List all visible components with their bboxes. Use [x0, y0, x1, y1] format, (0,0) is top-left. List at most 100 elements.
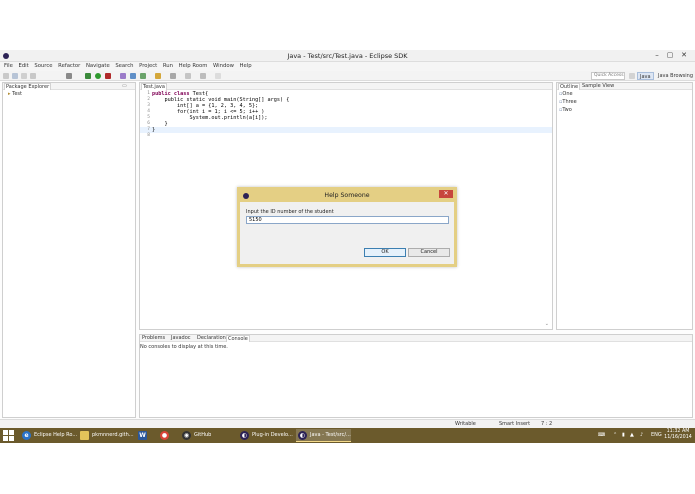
outline-view: Outline Sample View ▫One ▫Three ▫Two: [556, 82, 693, 330]
project-folder-icon: ▸: [8, 91, 11, 97]
cancel-button[interactable]: Cancel: [408, 248, 450, 257]
title-bar: Java - Test/src/Test.java - Eclipse SDK …: [0, 50, 695, 62]
menu-navigate[interactable]: Navigate: [86, 62, 110, 71]
task-github[interactable]: ◉ GitHub: [180, 429, 232, 442]
line-number: 8: [147, 133, 150, 138]
chrome-icon: ●: [160, 431, 169, 440]
skip-breakpoints-icon[interactable]: [66, 73, 72, 79]
task-label: pkmnnerd.gith...: [92, 432, 134, 438]
window-title: Java - Test/src/Test.java - Eclipse SDK: [287, 52, 408, 60]
minimize-view-icon[interactable]: ▭: [121, 83, 128, 90]
system-clock[interactable]: 11:32 AM 11/16/2014: [664, 429, 692, 441]
menu-refactor[interactable]: Refactor: [58, 62, 80, 71]
external-tools-icon[interactable]: [105, 73, 111, 79]
maximize-icon[interactable]: ▢: [665, 51, 675, 60]
new-icon[interactable]: [3, 73, 9, 79]
clock-date: 11/16/2014: [664, 435, 692, 440]
menu-source[interactable]: Source: [34, 62, 52, 71]
menu-bar: File Edit Source Refactor Navigate Searc…: [0, 62, 695, 71]
new-java-project-icon[interactable]: [120, 73, 126, 79]
print-icon[interactable]: [21, 73, 27, 79]
keyboard-icon[interactable]: ⌨: [598, 432, 605, 438]
outline-item-label: One: [562, 91, 573, 97]
dialog-title-bar: Help Someone ✕: [240, 190, 454, 202]
outline-item-label: Two: [562, 107, 572, 113]
console-panel: Problems Javadoc Declaration Console No …: [139, 334, 693, 418]
tab-package-explorer[interactable]: Package Explorer: [4, 83, 52, 90]
bottom-letterbox: [0, 443, 695, 494]
github-icon: ◉: [182, 431, 191, 440]
scroll-down-icon[interactable]: ⌄: [545, 321, 549, 327]
project-test-item[interactable]: ▸ Test: [8, 91, 22, 97]
battery-icon[interactable]: ▮: [622, 432, 625, 438]
back-icon[interactable]: [200, 73, 206, 79]
menu-project[interactable]: Project: [139, 62, 157, 71]
forward-icon[interactable]: [215, 73, 221, 79]
task-pkmnnerd[interactable]: pkmnnerd.gith...: [78, 429, 134, 442]
annotation-icon[interactable]: [185, 73, 191, 79]
task-plugin-dev[interactable]: ◐ Plug-in Develo...: [238, 429, 293, 442]
tray-expand-icon[interactable]: ⌃: [613, 432, 617, 438]
outline-item-one[interactable]: ▫One: [559, 91, 573, 97]
ok-button[interactable]: OK: [364, 248, 406, 257]
console-empty-message: No consoles to display at this time.: [140, 344, 228, 350]
dialog-close-icon[interactable]: ✕: [439, 190, 453, 198]
internet-explorer-icon: e: [22, 431, 31, 440]
menu-edit[interactable]: Edit: [18, 62, 28, 71]
save-icon[interactable]: [12, 73, 18, 79]
outline-item-two[interactable]: ▫Two: [559, 107, 572, 113]
editor-tabbar: Test.java: [140, 83, 552, 90]
desktop-screen: Java - Test/src/Test.java - Eclipse SDK …: [0, 50, 695, 443]
task-word[interactable]: W: [136, 429, 150, 442]
eclipse-icon: ◐: [240, 431, 249, 440]
tab-test-java[interactable]: Test.java: [141, 83, 167, 90]
windows-taskbar: e Eclipse Help Ro... pkmnnerd.gith... W …: [0, 428, 695, 443]
copy-icon[interactable]: [30, 73, 36, 79]
minimize-icon[interactable]: –: [652, 51, 662, 60]
outline-item-label: Three: [562, 99, 577, 105]
menu-run[interactable]: Run: [163, 62, 173, 71]
task-label: Java - Test/src/...: [310, 432, 351, 438]
menu-help-room[interactable]: Help Room: [179, 62, 208, 71]
status-insert-mode: Smart Insert: [499, 421, 531, 427]
status-bar: Writable Smart Insert 7 : 2: [0, 419, 695, 428]
file-explorer-icon: [80, 431, 89, 440]
task-eclipse-help-room[interactable]: e Eclipse Help Ro...: [20, 429, 77, 442]
volume-icon[interactable]: ♪: [640, 432, 643, 438]
open-perspective-icon[interactable]: [629, 73, 635, 79]
package-explorer-view: Package Explorer ▭ ▸ Test: [2, 82, 136, 418]
task-chrome[interactable]: ●: [158, 429, 172, 442]
network-icon[interactable]: ▲: [630, 432, 634, 438]
tab-javadoc[interactable]: Javadoc: [170, 335, 192, 342]
menu-help[interactable]: Help: [240, 62, 252, 71]
menu-search[interactable]: Search: [115, 62, 133, 71]
tab-sample-view[interactable]: Sample View: [581, 83, 615, 90]
bottom-tabbar: Problems Javadoc Declaration Console: [140, 335, 692, 342]
run-icon[interactable]: [95, 73, 101, 79]
open-type-icon[interactable]: [155, 73, 161, 79]
quick-access-input[interactable]: Quick Access: [591, 72, 625, 80]
student-id-input[interactable]: [246, 216, 449, 224]
tab-problems[interactable]: Problems: [141, 335, 166, 342]
language-indicator[interactable]: ENG: [651, 432, 662, 438]
new-class-icon[interactable]: [140, 73, 146, 79]
debug-icon[interactable]: [85, 73, 91, 79]
main-toolbar: Quick Access Java Java Browsing: [0, 71, 695, 81]
perspective-java-browsing[interactable]: Java Browsing: [656, 72, 695, 80]
dialog-title: Help Someone: [324, 192, 370, 199]
close-icon[interactable]: ✕: [679, 51, 689, 60]
tab-outline[interactable]: Outline: [558, 83, 581, 90]
new-package-icon[interactable]: [130, 73, 136, 79]
search-icon[interactable]: [170, 73, 176, 79]
menu-window[interactable]: Window: [213, 62, 234, 71]
perspective-java[interactable]: Java: [637, 72, 654, 80]
task-label: GitHub: [194, 432, 212, 438]
tab-declaration[interactable]: Declaration: [196, 335, 227, 342]
menu-file[interactable]: File: [4, 62, 13, 71]
outline-tabbar: Outline Sample View: [557, 83, 692, 90]
windows-start-icon[interactable]: [3, 430, 15, 441]
task-java-test[interactable]: ◐ Java - Test/src/...: [296, 429, 351, 442]
outline-item-three[interactable]: ▫Three: [559, 99, 577, 105]
task-label: Plug-in Develo...: [252, 432, 293, 438]
tab-console[interactable]: Console: [226, 335, 250, 342]
